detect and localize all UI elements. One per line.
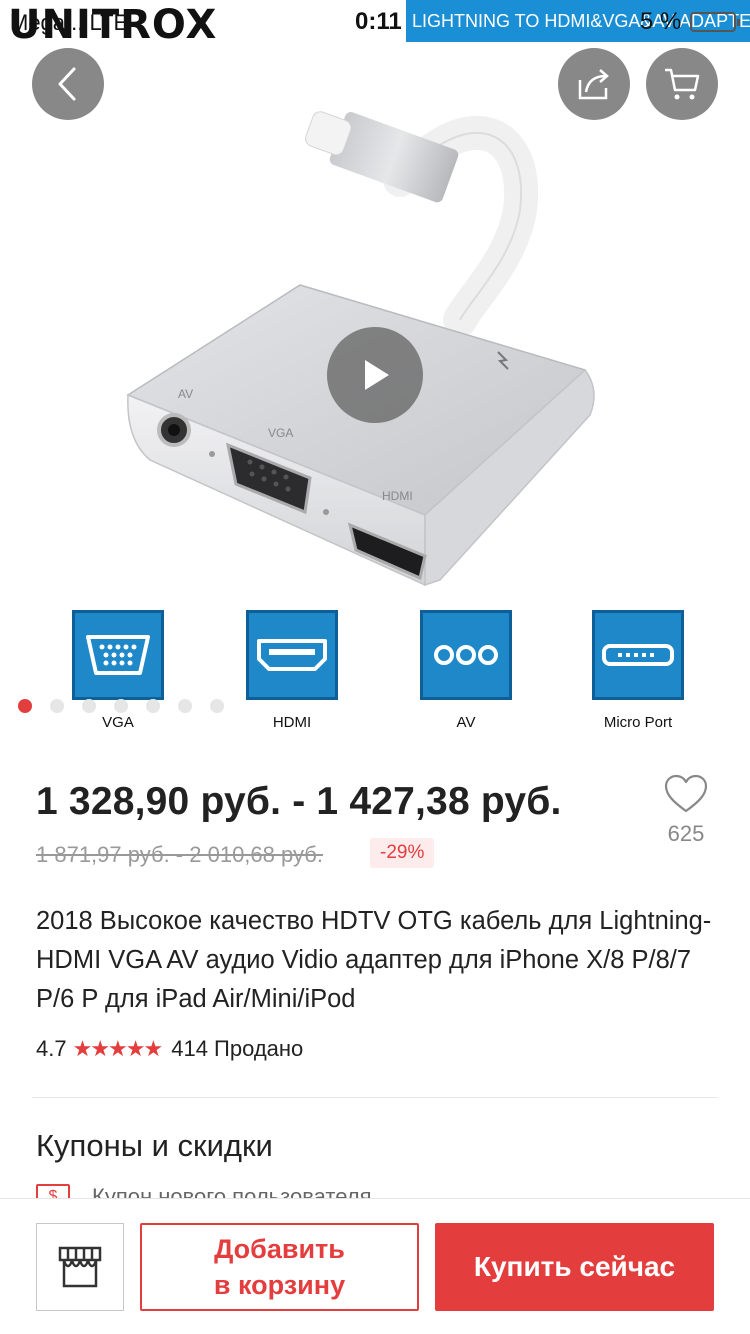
port-feature-strip: VGA HDMI AV Micro Port [0, 610, 750, 740]
wishlist-button[interactable]: 625 [658, 774, 714, 847]
share-icon [578, 69, 609, 100]
status-time: 0:11 [355, 8, 402, 35]
coupons-section-title[interactable]: Купоны и скидки [36, 1128, 273, 1164]
sold-count: 414 Продано [171, 1036, 304, 1061]
vga-port-label: VGA [268, 426, 293, 440]
av-port-label: AV [178, 387, 193, 401]
pagination-dot[interactable] [50, 699, 64, 713]
discount-badge: -29% [370, 838, 435, 868]
port-label: Micro Port [603, 714, 673, 731]
product-gallery[interactable]: AV VGA HDMI Mega... LTE UNITROX 0:11 LIG… [0, 0, 750, 745]
port-label: AV [456, 714, 476, 731]
port-hdmi: HDMI [202, 610, 382, 731]
hdmi-port-icon [246, 610, 338, 700]
battery-icon [690, 12, 740, 32]
heart-icon [664, 774, 708, 813]
play-icon [365, 360, 389, 390]
play-video-button[interactable] [327, 327, 423, 423]
chevron-left-icon [58, 67, 76, 101]
port-micro: Micro Port [548, 610, 728, 731]
product-title: 2018 Высокое качество HDTV OTG кабель дл… [36, 907, 712, 1013]
micro-port-icon [592, 610, 684, 700]
cart-button[interactable] [646, 48, 718, 120]
price-range: 1 328,90 руб. - 1 427,38 руб. [36, 780, 562, 823]
hdmi-port-label: HDMI [382, 489, 413, 503]
battery-percent: 5 % [640, 8, 682, 35]
rating-stars-icon: ★★★★★ [72, 1036, 164, 1061]
port-av: AV [376, 610, 556, 731]
port-label: HDMI [272, 714, 312, 731]
gallery-pagination [18, 699, 224, 713]
pagination-dot[interactable] [210, 699, 224, 713]
vga-port-icon [72, 610, 164, 700]
pagination-dot[interactable] [178, 699, 192, 713]
divider [32, 1097, 718, 1098]
brand-logo: UNITROX [8, 2, 218, 48]
buy-now-button[interactable]: Купить сейчас [435, 1223, 714, 1311]
rating-row[interactable]: 4.7 ★★★★★ 414 Продано [36, 1036, 303, 1062]
pagination-dot[interactable] [18, 699, 32, 713]
add-to-cart-label-line2: в корзину [213, 1270, 346, 1300]
wishlist-count: 625 [667, 821, 705, 846]
shopping-cart-icon [665, 68, 700, 100]
bottom-action-bar: Добавить в корзину Купить сейчас [0, 1198, 750, 1334]
pagination-dot[interactable] [146, 699, 160, 713]
store-button[interactable] [36, 1223, 124, 1311]
port-label: VGA [102, 714, 134, 731]
rating-value: 4.7 [36, 1036, 67, 1061]
share-button[interactable] [558, 48, 630, 120]
store-icon [58, 1246, 102, 1288]
back-button[interactable] [32, 48, 104, 120]
av-port-icon [420, 610, 512, 700]
pagination-dot[interactable] [82, 699, 96, 713]
add-to-cart-label-line1: Добавить [214, 1234, 345, 1264]
status-bar: Mega... LTE UNITROX 0:11 LIGHTNING TO HD… [0, 0, 750, 48]
add-to-cart-button[interactable]: Добавить в корзину [140, 1223, 419, 1311]
original-price-range: 1 871,97 руб. - 2 010,68 руб. [36, 842, 323, 867]
pagination-dot[interactable] [114, 699, 128, 713]
